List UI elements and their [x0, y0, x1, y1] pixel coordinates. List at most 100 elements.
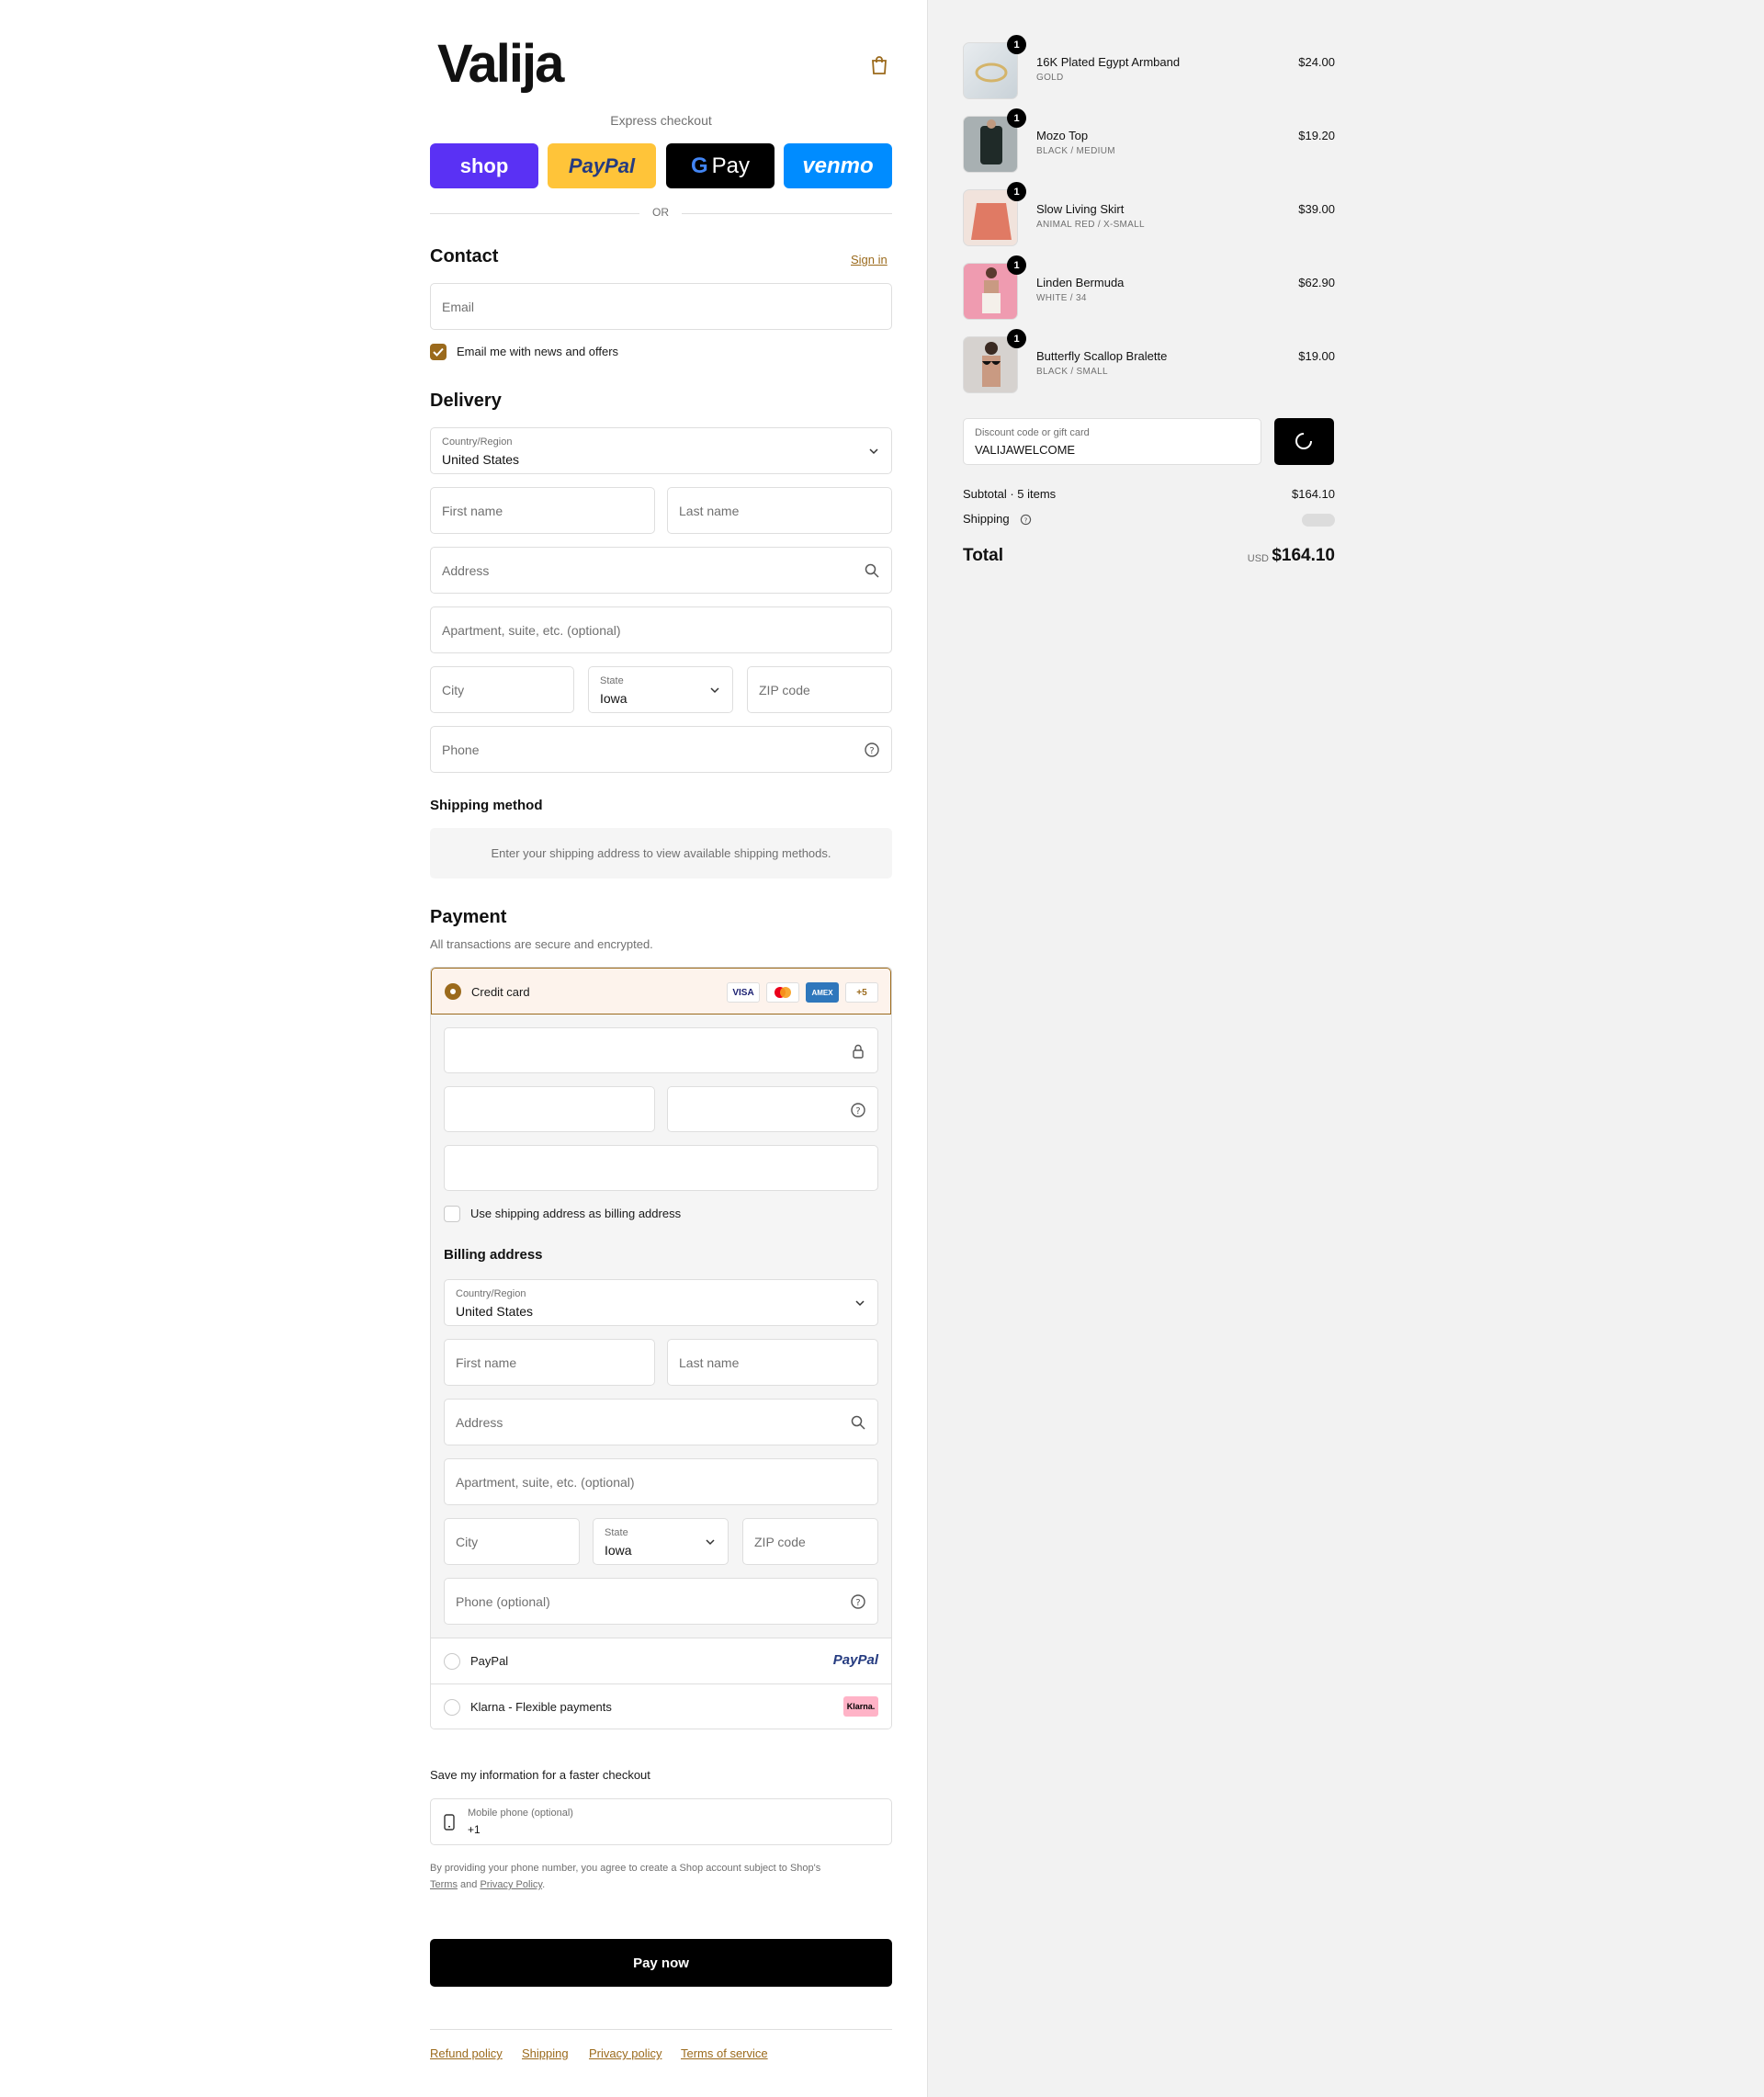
chevron-down-icon	[706, 1539, 715, 1546]
cart-item: 1 Butterfly Scallop Bralette BLACK / SMA…	[963, 329, 1335, 393]
google-pay-button[interactable]: G Pay	[666, 143, 775, 188]
venmo-button[interactable]: venmo	[784, 143, 892, 188]
refund-policy-link[interactable]: Refund policy	[430, 2046, 503, 2060]
quantity-badge: 1	[1007, 108, 1026, 128]
google-g-icon: G	[690, 153, 708, 178]
use-shipping-checkbox[interactable]	[444, 1206, 460, 1222]
paypal-radio[interactable]	[444, 1653, 460, 1670]
billing-last-name-field[interactable]: Last name	[667, 1339, 878, 1386]
klarna-logo: Klarna.	[843, 1696, 878, 1717]
phone-placeholder: Phone	[442, 742, 480, 757]
paypal-option[interactable]: PayPal PayPal	[431, 1638, 891, 1683]
shipping-policy-link[interactable]: Shipping	[522, 2046, 569, 2060]
privacy-policy-footer-link[interactable]: Privacy policy	[589, 2046, 662, 2060]
last-name-placeholder: Last name	[679, 504, 740, 518]
help-icon[interactable]: ?	[864, 742, 880, 758]
billing-country-value: United States	[456, 1304, 534, 1319]
expiration-field[interactable]	[444, 1086, 655, 1132]
pay-now-button[interactable]: Pay now	[430, 1939, 892, 1987]
google-pay-label: Pay	[711, 153, 751, 178]
billing-apartment-field[interactable]: Apartment, suite, etc. (optional)	[444, 1458, 878, 1505]
billing-zip-field[interactable]: ZIP code	[742, 1518, 878, 1565]
discount-label: Discount code or gift card	[975, 427, 1090, 438]
sign-in-link[interactable]: Sign in	[851, 253, 888, 266]
help-icon[interactable]: ?	[1020, 514, 1032, 526]
mobile-phone-value: +1	[468, 1823, 481, 1836]
klarna-label: Klarna - Flexible payments	[470, 1700, 612, 1714]
apartment-field[interactable]: Apartment, suite, etc. (optional)	[430, 606, 892, 653]
subtotal-value: $164.10	[1292, 487, 1335, 501]
billing-country-label: Country/Region	[456, 1288, 526, 1299]
mobile-phone-field[interactable]: Mobile phone (optional) +1	[430, 1798, 892, 1845]
credit-card-option[interactable]: Credit card VISA AMEX +5	[431, 968, 891, 1014]
privacy-policy-link[interactable]: Privacy Policy	[480, 1879, 542, 1890]
country-select[interactable]: Country/Region United States	[430, 427, 892, 474]
terms-of-service-link[interactable]: Terms of service	[681, 2046, 768, 2060]
klarna-option[interactable]: Klarna - Flexible payments Klarna.	[431, 1683, 891, 1729]
footer-divider	[430, 2029, 892, 2030]
first-name-field[interactable]: First name	[430, 487, 655, 534]
or-separator: OR	[639, 206, 682, 219]
shop-legal-text: By providing your phone number, you agre…	[430, 1860, 892, 1893]
last-name-field[interactable]: Last name	[667, 487, 892, 534]
cart-item: 1 Mozo Top BLACK / MEDIUM $19.20	[963, 108, 1335, 173]
billing-country-select[interactable]: Country/Region United States	[444, 1279, 878, 1326]
credit-card-label: Credit card	[471, 985, 530, 999]
paypal-express-button[interactable]: PayPal	[548, 143, 656, 188]
klarna-radio[interactable]	[444, 1699, 460, 1716]
discount-code-field[interactable]: Discount code or gift card VALIJAWELCOME	[963, 418, 1261, 465]
payment-subtitle: All transactions are secure and encrypte…	[430, 937, 653, 951]
billing-phone-field[interactable]: Phone (optional) ?	[444, 1578, 878, 1625]
terms-link[interactable]: Terms	[430, 1879, 458, 1890]
billing-first-name-field[interactable]: First name	[444, 1339, 655, 1386]
shipping-cost-placeholder	[1302, 514, 1335, 527]
billing-state-select[interactable]: State Iowa	[593, 1518, 729, 1565]
billing-address-field[interactable]: Address	[444, 1399, 878, 1445]
check-icon	[433, 347, 444, 357]
item-price: $39.00	[1298, 202, 1335, 216]
quantity-badge: 1	[1007, 182, 1026, 201]
billing-first-name-placeholder: First name	[456, 1355, 517, 1370]
card-number-field[interactable]	[444, 1027, 878, 1073]
search-icon	[851, 1415, 865, 1430]
legal-and: and	[460, 1879, 478, 1890]
visa-icon: VISA	[727, 982, 760, 1003]
apply-discount-button[interactable]	[1274, 418, 1334, 465]
billing-heading: Billing address	[444, 1247, 543, 1263]
item-name: Linden Bermuda	[1036, 276, 1125, 289]
email-field[interactable]: Email	[430, 283, 892, 330]
security-code-field[interactable]: ?	[667, 1086, 878, 1132]
shop-pay-button[interactable]: shop	[430, 143, 538, 188]
newsletter-label: Email me with news and offers	[457, 345, 619, 358]
help-icon[interactable]: ?	[850, 1593, 866, 1610]
billing-apartment-placeholder: Apartment, suite, etc. (optional)	[456, 1475, 635, 1490]
cart-bag-icon[interactable]	[870, 55, 888, 75]
zip-field[interactable]: ZIP code	[747, 666, 892, 713]
save-info-heading: Save my information for a faster checkou…	[430, 1768, 650, 1782]
item-variant: WHITE / 34	[1036, 293, 1087, 303]
billing-city-field[interactable]: City	[444, 1518, 580, 1565]
payment-heading: Payment	[430, 907, 507, 927]
newsletter-checkbox[interactable]	[430, 344, 447, 360]
credit-card-radio[interactable]	[445, 983, 461, 1000]
name-on-card-field[interactable]	[444, 1145, 878, 1191]
zip-placeholder: ZIP code	[759, 683, 810, 697]
city-placeholder: City	[442, 683, 465, 697]
item-name: Slow Living Skirt	[1036, 202, 1125, 216]
billing-state-label: State	[605, 1527, 628, 1538]
country-label: Country/Region	[442, 436, 513, 448]
address-field[interactable]: Address	[430, 547, 892, 594]
billing-address-placeholder: Address	[456, 1415, 503, 1430]
mastercard-icon	[766, 982, 799, 1003]
help-icon[interactable]: ?	[850, 1102, 866, 1118]
svg-text:?: ?	[1024, 516, 1028, 524]
store-logo[interactable]: Valija	[437, 33, 564, 95]
phone-field[interactable]: Phone ?	[430, 726, 892, 773]
item-variant: BLACK / SMALL	[1036, 367, 1108, 377]
item-price: $24.00	[1298, 55, 1335, 69]
loading-spinner-icon	[1295, 433, 1312, 449]
cart-item: 1 16K Plated Egypt Armband GOLD $24.00	[963, 35, 1335, 99]
chevron-down-icon	[855, 1300, 865, 1307]
city-field[interactable]: City	[430, 666, 574, 713]
state-select[interactable]: State Iowa	[588, 666, 733, 713]
